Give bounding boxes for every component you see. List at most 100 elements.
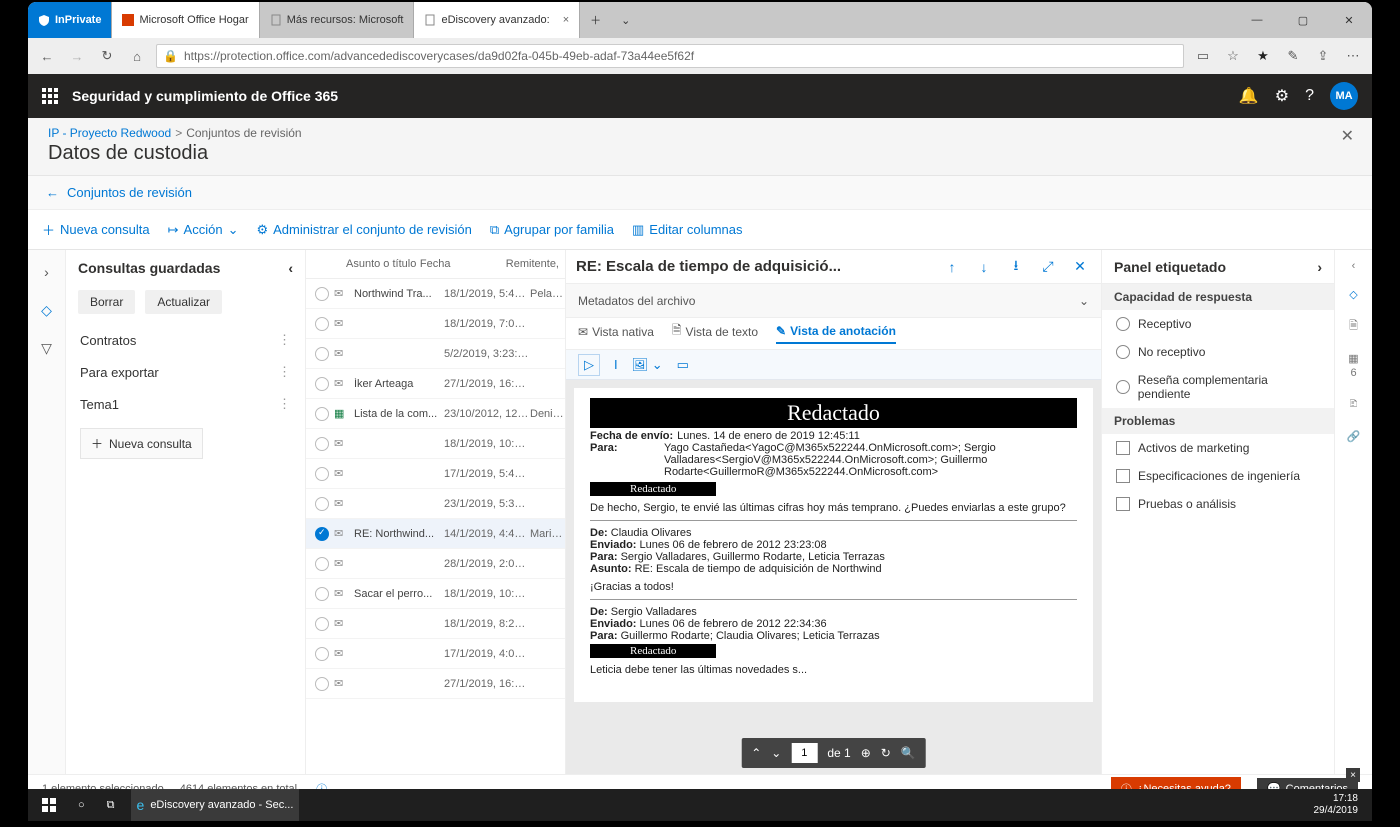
expand-icon[interactable]: ⤢ [1037, 258, 1059, 275]
list-row[interactable]: ✉18/1/2019, 8:22:... [306, 609, 565, 639]
row-checkbox[interactable] [315, 497, 329, 511]
row-checkbox[interactable] [315, 527, 329, 541]
tab-text-view[interactable]: 🗎 Vista de texto [672, 321, 758, 346]
task-view-icon[interactable]: ⧉ [101, 789, 121, 821]
list-row[interactable]: ▦Lista de la com...23/10/2012, 12:2...De… [306, 399, 565, 429]
group-family-button[interactable]: ⧉Agrupar por familia [490, 222, 614, 238]
page-number-input[interactable] [791, 743, 817, 763]
document-viewer[interactable]: Redactado Fecha de envío:Lunes. 14 de en… [566, 380, 1101, 774]
action-button[interactable]: ↦Acción ⌄ [168, 222, 239, 238]
area-tool-icon[interactable]: ▭ [677, 357, 689, 373]
row-checkbox[interactable] [315, 467, 329, 481]
text-tool-icon[interactable]: I [614, 357, 618, 372]
edit-columns-button[interactable]: ▥Editar columnas [632, 222, 743, 238]
rail-expand-icon[interactable]: › [35, 260, 59, 284]
list-row[interactable]: ✉18/1/2019, 10:34:... [306, 429, 565, 459]
tabs-overflow-icon[interactable]: ⌄ [611, 2, 640, 38]
rail-doc-icon[interactable]: 🗎 [1349, 317, 1358, 336]
list-row[interactable]: ✉23/1/2019, 5:34:... [306, 489, 565, 519]
image-tool-icon[interactable]: 🖼 ⌄ [632, 357, 663, 373]
prev-item-icon[interactable]: ↑ [941, 259, 963, 275]
app-launcher-icon[interactable] [42, 88, 58, 104]
pointer-tool-icon[interactable]: ▷ [578, 354, 600, 376]
list-body[interactable]: ✉Northwind Tra...18/1/2019, 5:44:...Pela… [306, 279, 565, 774]
close-tab-icon[interactable]: × [563, 14, 569, 26]
breadcrumb[interactable]: IP - Proyecto Redwood>Conjuntos de revis… [48, 126, 1352, 140]
close-panel-icon[interactable]: ✕ [1341, 126, 1354, 146]
list-row[interactable]: ✉Sacar el perro...18/1/2019, 10:35:... [306, 579, 565, 609]
more-icon[interactable]: ⋮ [278, 364, 291, 380]
radio-pending-review[interactable]: Reseña complementaria pendiente [1102, 366, 1334, 408]
help-icon[interactable]: ? [1305, 87, 1314, 105]
row-checkbox[interactable] [315, 317, 329, 331]
close-icon[interactable]: × [1346, 768, 1360, 782]
list-row[interactable]: ✉5/2/2019, 3:23:4... [306, 339, 565, 369]
rail-note-icon[interactable]: 🗈 [1349, 395, 1357, 414]
new-query-button[interactable]: ＋Nueva consulta [42, 220, 150, 239]
list-row[interactable]: ✉17/1/2019, 5:45:... [306, 459, 565, 489]
reading-view-icon[interactable]: ▭ [1192, 45, 1214, 67]
row-checkbox[interactable] [315, 407, 329, 421]
rail-grid-icon[interactable]: ▦ 6 [1348, 352, 1358, 379]
add-query-button[interactable]: ＋Nueva consulta [80, 428, 203, 459]
list-row[interactable]: ✉18/1/2019, 7:05:... [306, 309, 565, 339]
row-checkbox[interactable] [315, 617, 329, 631]
radio-not-responsive[interactable]: No receptivo [1102, 338, 1334, 366]
home-button[interactable]: ⌂ [126, 45, 148, 67]
clear-button[interactable]: Borrar [78, 290, 135, 314]
more-icon[interactable]: ⋮ [278, 332, 291, 348]
rail-tag-icon[interactable]: ◇ [1349, 288, 1357, 301]
back-bar[interactable]: ← Conjuntos de revisión [28, 176, 1372, 210]
list-row[interactable]: ✉RE: Northwind...14/1/2019, 4:45:...Mari… [306, 519, 565, 549]
tab-resources[interactable]: Más recursos: Microsoft [260, 2, 415, 38]
share-icon[interactable]: ⇪ [1312, 45, 1334, 67]
user-avatar[interactable]: MA [1330, 82, 1358, 110]
favorites-bar-icon[interactable]: ★ [1252, 45, 1274, 67]
metadata-bar[interactable]: Metadatos del archivo ⌄ [566, 284, 1101, 318]
back-button[interactable]: ← [36, 45, 58, 67]
row-checkbox[interactable] [315, 557, 329, 571]
tab-office[interactable]: Microsoft Office Hogar [112, 2, 259, 38]
refresh-button[interactable]: ↻ [96, 45, 118, 67]
page-up-icon[interactable]: ⌃ [751, 746, 761, 760]
rail-link-icon[interactable]: 🔗 [1347, 430, 1361, 443]
manage-set-button[interactable]: ⚙Administrar el conjunto de revisión [256, 222, 471, 238]
new-tab-button[interactable]: ＋ [580, 2, 611, 38]
check-marketing[interactable]: Activos de marketing [1102, 434, 1334, 462]
page-down-icon[interactable]: ⌄ [771, 746, 781, 760]
notifications-icon[interactable]: 🔔 [1239, 86, 1259, 106]
tab-annotation-view[interactable]: ✎ Vista de anotación [776, 324, 896, 344]
maximize-button[interactable]: ▢ [1280, 2, 1326, 38]
row-checkbox[interactable] [315, 677, 329, 691]
search-doc-icon[interactable]: 🔍 [901, 746, 916, 760]
check-engineering[interactable]: Especificaciones de ingeniería [1102, 462, 1334, 490]
rail-filter-icon[interactable]: ▽ [35, 336, 59, 360]
taskbar-app-edge[interactable]: eeDiscovery avanzado - Sec... [131, 789, 300, 821]
rotate-icon[interactable]: ↻ [881, 746, 891, 760]
check-tests[interactable]: Pruebas o análisis [1102, 490, 1334, 518]
query-item[interactable]: Para exportar⋮ [66, 356, 305, 388]
rail-collapse-icon[interactable]: ‹ [1352, 260, 1356, 272]
forward-button[interactable]: → [66, 45, 88, 67]
query-item[interactable]: Contratos⋮ [66, 324, 305, 356]
collapse-tagging-icon[interactable]: › [1317, 259, 1322, 275]
row-checkbox[interactable] [315, 647, 329, 661]
list-row[interactable]: ✉27/1/2019, 16:10:... [306, 669, 565, 699]
notes-icon[interactable]: ✎ [1282, 45, 1304, 67]
query-item[interactable]: Tema1⋮ [66, 388, 305, 420]
row-checkbox[interactable] [315, 437, 329, 451]
row-checkbox[interactable] [315, 587, 329, 601]
cortana-icon[interactable]: ○ [72, 789, 91, 821]
next-item-icon[interactable]: ↓ [973, 259, 995, 275]
tab-inprivate[interactable]: InPrivate [28, 2, 112, 38]
favorite-icon[interactable]: ☆ [1222, 45, 1244, 67]
close-window-button[interactable]: ✕ [1326, 2, 1372, 38]
collapse-queries-icon[interactable]: ‹ [288, 260, 293, 276]
close-reader-icon[interactable]: ✕ [1069, 258, 1091, 275]
list-row[interactable]: ✉28/1/2019, 2:02:... [306, 549, 565, 579]
start-button[interactable] [36, 789, 62, 821]
list-row[interactable]: ✉Northwind Tra...18/1/2019, 5:44:...Pela… [306, 279, 565, 309]
rail-tag-icon[interactable]: ◇ [35, 298, 59, 322]
minimize-button[interactable]: — [1234, 2, 1280, 38]
download-icon[interactable]: ⭳ [1005, 255, 1027, 279]
